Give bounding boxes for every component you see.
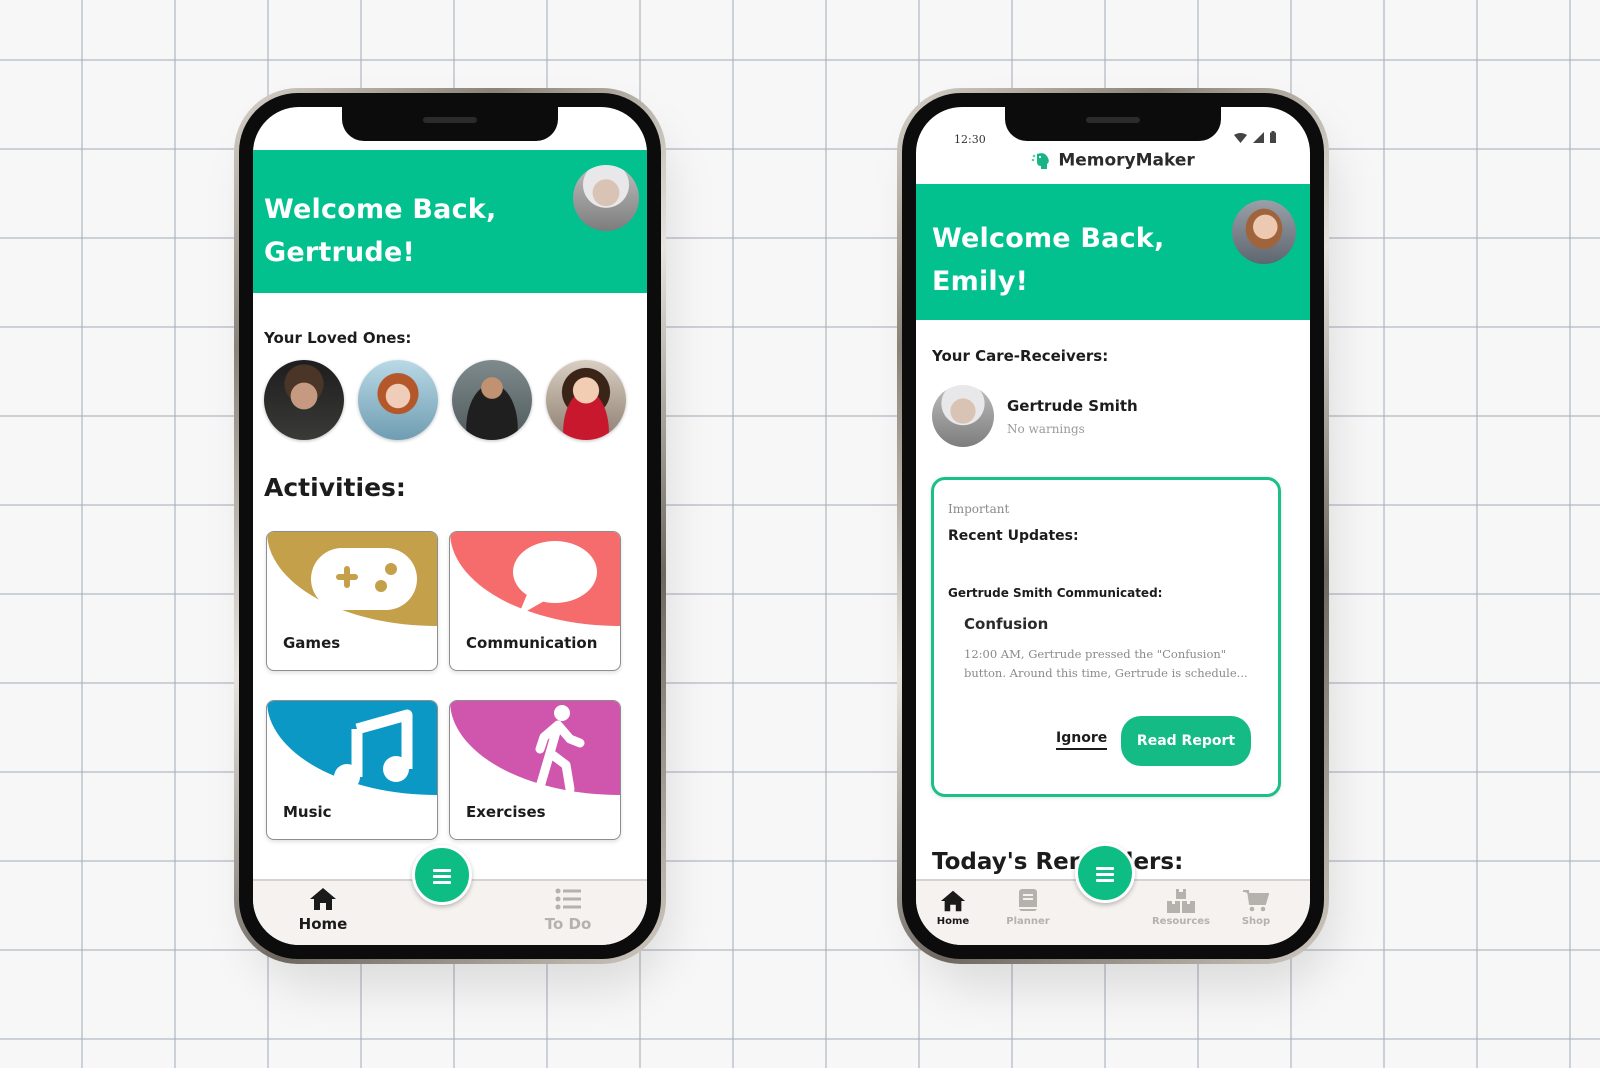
home-icon <box>310 888 336 910</box>
recent-updates-title: Recent Updates: <box>948 528 1079 544</box>
menu-fab-button[interactable] <box>1075 843 1135 903</box>
tab-label: Resources <box>1151 916 1211 927</box>
activity-label: Games <box>283 634 341 652</box>
boxes-icon <box>1167 889 1195 913</box>
tab-label: Home <box>936 916 970 927</box>
welcome-banner: Welcome Back, Emily! <box>916 184 1310 320</box>
loved-ones-label: Your Loved Ones: <box>264 329 412 347</box>
tab-label: Planner <box>1006 916 1050 927</box>
loved-one-avatar[interactable] <box>264 360 344 440</box>
activity-card-music[interactable]: Music <box>266 700 438 840</box>
update-source: Gertrude Smith Communicated: <box>948 586 1163 600</box>
user-avatar[interactable] <box>1232 200 1296 264</box>
cart-icon <box>1243 890 1270 912</box>
activity-label: Music <box>283 803 332 821</box>
loved-one-avatar[interactable] <box>358 360 438 440</box>
welcome-banner: Welcome Back, Gertrude! <box>253 150 647 293</box>
user-avatar[interactable] <box>573 165 639 231</box>
planner-book-icon <box>1019 889 1037 911</box>
event-description: 12:00 AM, Gertrude pressed the "Confusio… <box>964 647 1248 680</box>
activity-label: Communication <box>466 634 598 652</box>
right-phone: 12:30 MemoryMaker Welcome Back, Emily! Y… <box>897 88 1329 964</box>
tab-label: Home <box>298 915 348 933</box>
care-receiver-avatar <box>932 385 994 447</box>
recent-updates-card: Important Recent Updates: Gertrude Smith… <box>931 477 1281 797</box>
event-title: Confusion <box>964 615 1049 633</box>
tab-to-do[interactable]: To Do <box>523 887 613 933</box>
walking-person-icon <box>535 705 585 794</box>
loved-one-avatar[interactable] <box>452 360 532 440</box>
right-phone-screen: 12:30 MemoryMaker Welcome Back, Emily! Y… <box>916 107 1310 945</box>
care-receiver-name: Gertrude Smith <box>1007 397 1138 415</box>
tab-shop[interactable]: Shop <box>1234 889 1278 927</box>
tab-label: Shop <box>1241 916 1271 927</box>
care-receivers-label: Your Care-Receivers: <box>932 347 1109 365</box>
app-title: MemoryMaker <box>1058 150 1195 171</box>
notch <box>1005 107 1221 141</box>
menu-icon-bar <box>433 875 451 878</box>
activity-card-games[interactable]: Games <box>266 531 438 671</box>
care-receiver-status: No warnings <box>1007 422 1085 436</box>
todays-reminders-heading: Today's Reminders: <box>932 849 1184 875</box>
notch <box>342 107 558 141</box>
status-time: 12:30 <box>954 133 986 146</box>
menu-icon <box>433 869 451 872</box>
welcome-title: Welcome Back, Emily! <box>932 223 1165 297</box>
speech-bubble-icon <box>513 541 597 616</box>
activities-heading: Activities: <box>264 473 406 502</box>
status-icons <box>1234 131 1276 143</box>
phone-bezel: Welcome Back, Gertrude! Your Loved Ones:… <box>239 93 661 959</box>
battery-icon <box>1270 131 1276 143</box>
tab-label: To Do <box>544 915 592 933</box>
menu-icon-bar <box>433 881 451 884</box>
welcome-title: Welcome Back, Gertrude! <box>264 194 497 268</box>
menu-icon-bar <box>1096 873 1114 876</box>
care-receiver-item[interactable]: Gertrude Smith No warnings <box>932 385 1272 449</box>
menu-icon <box>1096 867 1114 870</box>
tab-planner[interactable]: Planner <box>1000 889 1056 927</box>
app-header: MemoryMaker <box>916 150 1310 171</box>
menu-icon-bar <box>1096 879 1114 882</box>
music-note-icon <box>334 709 413 790</box>
activity-label: Exercises <box>466 803 546 821</box>
left-phone-screen: Welcome Back, Gertrude! Your Loved Ones:… <box>253 107 647 945</box>
signal-icon <box>1253 132 1264 143</box>
tab-resources[interactable]: Resources <box>1146 889 1216 927</box>
gamepad-icon <box>311 548 417 610</box>
phone-bezel: 12:30 MemoryMaker Welcome Back, Emily! Y… <box>902 93 1324 959</box>
list-icon <box>555 888 581 910</box>
wifi-icon <box>1234 133 1247 143</box>
loved-one-avatar[interactable] <box>546 360 626 440</box>
home-icon <box>940 890 966 912</box>
menu-fab-button[interactable] <box>412 845 472 905</box>
tab-home[interactable]: Home <box>928 889 978 927</box>
activity-card-exercises[interactable]: Exercises <box>449 700 621 840</box>
importance-tag: Important <box>948 502 1010 516</box>
read-report-button[interactable]: Read Report <box>1121 716 1251 766</box>
brain-head-icon <box>1031 152 1050 169</box>
ignore-button[interactable]: Ignore <box>1056 730 1108 750</box>
left-phone: Welcome Back, Gertrude! Your Loved Ones:… <box>234 88 666 964</box>
activity-card-communication[interactable]: Communication <box>449 531 621 671</box>
tab-home[interactable]: Home <box>283 887 363 933</box>
